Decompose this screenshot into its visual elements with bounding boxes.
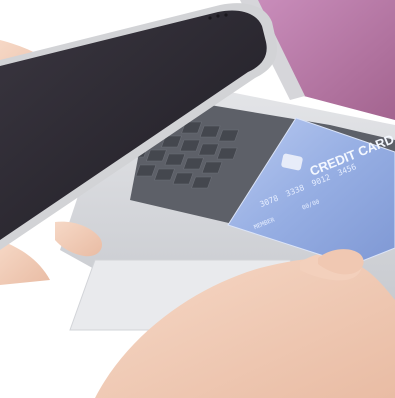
photo-scene: CREDIT CARD 3078 3338 9012 3456 MEMBER 0… (0, 0, 395, 398)
photo-frame: CREDIT CARD 3078 3338 9012 3456 MEMBER 0… (0, 0, 395, 398)
